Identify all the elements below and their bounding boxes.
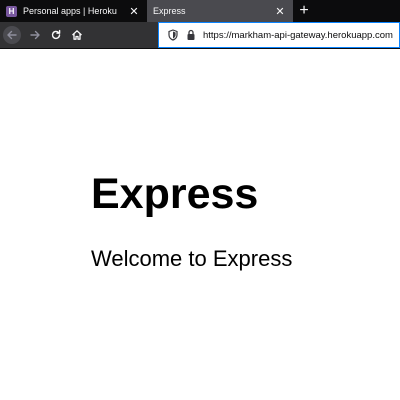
page-content: Express Welcome to Express xyxy=(0,49,400,400)
close-icon[interactable]: ✕ xyxy=(273,4,287,18)
url-text[interactable]: https://markham-api-gateway.herokuapp.co… xyxy=(203,30,393,41)
reload-button[interactable] xyxy=(47,26,65,44)
tab-personal-apps-heroku[interactable]: H Personal apps | Heroku ✕ xyxy=(0,0,147,22)
close-icon[interactable]: ✕ xyxy=(127,4,141,18)
forward-button[interactable] xyxy=(26,26,44,44)
new-tab-button[interactable]: + xyxy=(294,0,314,22)
page-heading: Express xyxy=(91,170,259,218)
reload-icon xyxy=(51,29,61,40)
home-button[interactable] xyxy=(68,26,86,44)
tab-strip: H Personal apps | Heroku ✕ Express ✕ + xyxy=(0,0,400,22)
tab-title: Personal apps | Heroku xyxy=(23,6,117,16)
back-button[interactable] xyxy=(3,26,21,44)
forward-arrow-icon xyxy=(30,30,40,40)
tracking-shield-icon[interactable] xyxy=(168,29,178,41)
tab-title: Express xyxy=(153,6,186,16)
home-icon xyxy=(72,30,82,40)
tab-express[interactable]: Express ✕ xyxy=(147,0,293,22)
heroku-icon: H xyxy=(6,5,17,17)
welcome-text: Welcome to Express xyxy=(91,246,293,271)
lock-icon[interactable] xyxy=(186,29,196,41)
url-bar[interactable]: https://markham-api-gateway.herokuapp.co… xyxy=(158,22,400,48)
back-arrow-icon xyxy=(7,30,17,40)
